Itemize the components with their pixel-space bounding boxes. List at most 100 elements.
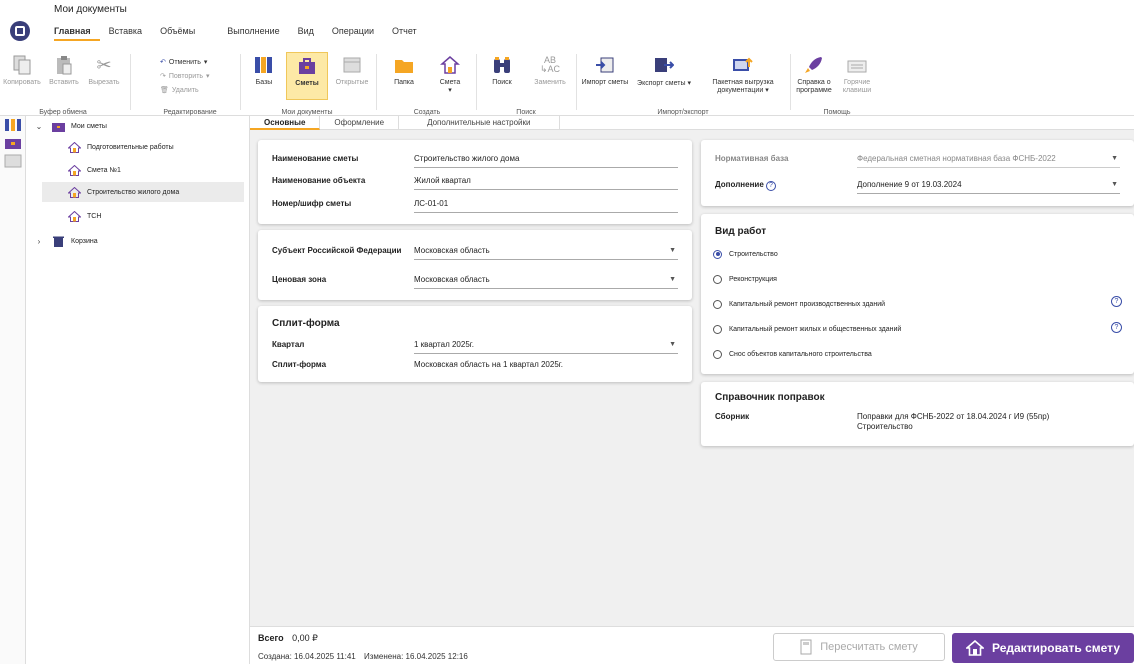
split-form-title: Сплит-форма bbox=[272, 318, 340, 329]
normative-base-select: Федеральная сметная нормативная база ФСН… bbox=[857, 152, 1120, 168]
main-content: Основные Оформление Дополнительные настр… bbox=[250, 116, 1134, 664]
tree-root-my-estimates[interactable]: ⌄ Мои сметы bbox=[34, 116, 252, 136]
paste-button[interactable]: Вставить bbox=[42, 52, 86, 100]
recalculate-button[interactable]: Пересчитать смету bbox=[773, 633, 945, 661]
total-label: Всего bbox=[258, 633, 284, 643]
new-estimate-button[interactable]: Смета ▾ bbox=[428, 52, 472, 100]
briefcase-icon[interactable] bbox=[4, 136, 22, 150]
radio-capital-repair-industrial[interactable]: Капитальный ремонт производственных здан… bbox=[713, 297, 885, 311]
import-estimate-button[interactable]: Импорт сметы bbox=[580, 52, 630, 100]
edit-estimate-button[interactable]: Редактировать смету bbox=[952, 633, 1134, 663]
hotkeys-button[interactable]: Горячие клавиши bbox=[836, 52, 878, 100]
tree-trash[interactable]: › Корзина bbox=[34, 231, 252, 251]
house-icon bbox=[68, 186, 81, 198]
batch-export-icon bbox=[732, 54, 754, 76]
tree-item[interactable]: Подготовительные работы bbox=[68, 137, 244, 157]
tab-design[interactable]: Оформление bbox=[320, 116, 400, 130]
tree-item-selected[interactable]: Строительство жилого дома bbox=[42, 182, 244, 202]
radio-construction[interactable]: Строительство bbox=[713, 247, 778, 261]
briefcase-icon bbox=[296, 55, 318, 77]
batch-export-button[interactable]: Пакетная выгрузка документации ▾ bbox=[700, 52, 786, 100]
house-icon bbox=[68, 164, 81, 176]
tree-item[interactable]: Смета №1 bbox=[68, 160, 244, 180]
estimates-button[interactable]: Сметы bbox=[286, 52, 328, 100]
copy-button[interactable]: Копировать bbox=[0, 52, 44, 100]
content-tabs: Основные Оформление Дополнительные настр… bbox=[250, 116, 1134, 130]
chevron-down-icon: ▾ bbox=[206, 73, 210, 80]
tab-operations[interactable]: Операции bbox=[323, 21, 383, 41]
quarter-row: Квартал 1 квартал 2025г. ▼ bbox=[272, 338, 678, 354]
dropdown-arrow-icon: ▼ bbox=[669, 341, 676, 348]
chevron-down-icon[interactable]: ⌄ bbox=[34, 122, 44, 131]
radio-capital-repair-residential[interactable]: Капитальный ремонт жилых и общественных … bbox=[713, 322, 901, 336]
rocket-icon bbox=[803, 54, 825, 76]
ribbon: Копировать Вставить ✂ Вырезать Буфер обм… bbox=[0, 46, 1134, 116]
help-icon[interactable]: ? bbox=[1111, 322, 1122, 333]
footer: Всего 0,00 ₽ Создана: 16.04.2025 11:41 И… bbox=[250, 626, 1134, 664]
created-date: Создана: 16.04.2025 11:41 bbox=[258, 652, 356, 661]
cut-button[interactable]: ✂ Вырезать bbox=[82, 52, 126, 100]
tree-item[interactable]: ТСН bbox=[68, 206, 244, 226]
radio-reconstruction[interactable]: Реконструкция bbox=[713, 272, 777, 286]
addition-row: Дополнение ? Дополнение 9 от 19.03.2024 ▼ bbox=[715, 178, 1120, 194]
work-type-title: Вид работ bbox=[715, 226, 767, 237]
redo-button[interactable]: ↷ Повторить ▾ bbox=[160, 70, 210, 82]
help-icon[interactable]: ? bbox=[766, 181, 776, 191]
tab-execution[interactable]: Выполнение bbox=[218, 21, 288, 41]
search-group: Поиск AB ↳AC Заменить Поиск bbox=[478, 50, 574, 117]
tab-main[interactable]: Главная bbox=[54, 21, 100, 41]
bases-button[interactable]: Базы bbox=[242, 52, 286, 100]
collection-value: Поправки для ФСНБ-2022 от 18.04.2024 г И… bbox=[857, 412, 1050, 431]
tab-view[interactable]: Вид bbox=[289, 21, 323, 41]
documents-tree: ⌄ Мои сметы Подготовительные работы Смет… bbox=[26, 116, 250, 664]
total-value: 0,00 ₽ bbox=[292, 633, 318, 643]
scissors-icon: ✂ bbox=[96, 55, 112, 75]
tab-volumes[interactable]: Объёмы bbox=[151, 21, 204, 41]
quarter-select[interactable]: 1 квартал 2025г. ▼ bbox=[414, 338, 678, 354]
about-button[interactable]: Справка о программе bbox=[792, 52, 836, 100]
radio-unchecked-icon bbox=[713, 349, 722, 359]
replace-icon: AB ↳AC bbox=[539, 55, 561, 74]
radio-unchecked-icon bbox=[713, 324, 722, 334]
split-form-row: Сплит-форма Московская область на 1 квар… bbox=[272, 358, 678, 374]
trash-icon bbox=[53, 236, 64, 247]
opened-icon[interactable] bbox=[4, 154, 22, 168]
split-form-card: Сплит-форма Квартал 1 квартал 2025г. ▼ Сп… bbox=[258, 306, 692, 382]
search-button[interactable]: Поиск bbox=[480, 52, 524, 100]
redo-icon: ↷ bbox=[160, 73, 166, 80]
estimate-name-field[interactable]: Строительство жилого дома bbox=[414, 152, 678, 168]
radio-unchecked-icon bbox=[713, 274, 722, 284]
estimate-info-card: Наименование сметы Строительство жилого … bbox=[258, 140, 692, 224]
chevron-right-icon[interactable]: › bbox=[34, 237, 44, 246]
help-icon[interactable]: ? bbox=[1111, 296, 1122, 307]
normative-base-card: Нормативная база Федеральная сметная нор… bbox=[701, 140, 1134, 206]
dropdown-arrow-icon: ▼ bbox=[669, 276, 676, 283]
tab-basic[interactable]: Основные bbox=[250, 116, 321, 130]
radio-demolition[interactable]: Снос объектов капитального строительства bbox=[713, 347, 872, 361]
app-title: Мои документы bbox=[54, 4, 127, 15]
tab-report[interactable]: Отчет bbox=[383, 21, 426, 41]
addition-select[interactable]: Дополнение 9 от 19.03.2024 ▼ bbox=[857, 178, 1120, 194]
import-icon bbox=[594, 54, 616, 76]
price-zone-select[interactable]: Московская область ▼ bbox=[414, 273, 678, 289]
create-group: Папка Смета ▾ Создать bbox=[380, 50, 474, 116]
bases-icon[interactable] bbox=[4, 118, 22, 132]
delete-button[interactable]: 🗑 Удалить bbox=[160, 84, 199, 96]
trash-icon: 🗑 bbox=[160, 87, 169, 94]
app-logo-icon[interactable] bbox=[10, 21, 30, 41]
opened-button[interactable]: Открытые bbox=[330, 52, 374, 100]
house-icon bbox=[966, 640, 984, 656]
tab-additional-settings[interactable]: Дополнительные настройки bbox=[399, 116, 560, 130]
export-estimate-button[interactable]: Экспорт сметы ▾ bbox=[632, 52, 696, 100]
price-zone-row: Ценовая зона Московская область ▼ bbox=[272, 273, 678, 289]
region-select[interactable]: Московская область ▼ bbox=[414, 244, 678, 260]
undo-button[interactable]: ↶ Отменить ▾ bbox=[160, 56, 207, 68]
replace-button[interactable]: AB ↳AC Заменить bbox=[528, 52, 572, 100]
folder-button[interactable]: Папка bbox=[382, 52, 426, 100]
docs-group: Базы Сметы Открытые Мои документы bbox=[242, 50, 372, 116]
chevron-down-icon: ▾ bbox=[448, 87, 452, 94]
object-name-field[interactable]: Жилой квартал bbox=[414, 174, 678, 190]
split-form-value: Московская область на 1 квартал 2025г. bbox=[414, 360, 563, 369]
estimate-code-field[interactable]: ЛС-01-01 bbox=[414, 197, 678, 213]
tab-insert[interactable]: Вставка bbox=[100, 21, 151, 41]
